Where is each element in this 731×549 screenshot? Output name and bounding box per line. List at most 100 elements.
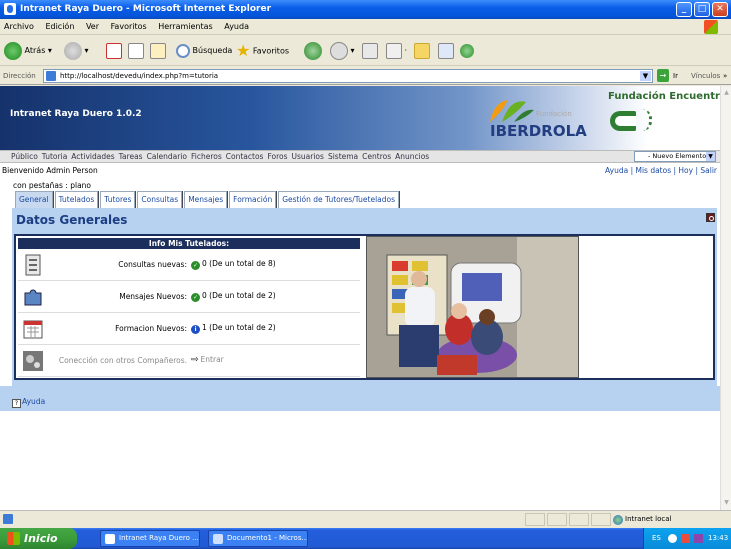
forward-button[interactable]: ▾ [64, 40, 89, 62]
maximize-button[interactable]: □ [694, 2, 710, 17]
enter-link-text: Entrar [200, 355, 224, 364]
print-button[interactable] [362, 40, 378, 62]
tab-general[interactable]: General [15, 191, 53, 208]
puzzle-icon [24, 289, 42, 306]
nav-tutoria[interactable]: Tutoria [42, 152, 68, 161]
nav-foros[interactable]: Foros [267, 152, 287, 161]
taskbar-item-ie[interactable]: Intranet Raya Duero ... [100, 530, 200, 547]
encuentro-dots-icon [642, 109, 652, 131]
nav-anuncios[interactable]: Anuncios [395, 152, 429, 161]
tray-app-icon[interactable] [694, 534, 703, 543]
address-url: http://localhost/devedu/index.php?m=tuto… [60, 72, 219, 80]
language-indicator[interactable]: ES [652, 528, 661, 549]
leaves-icon [490, 100, 534, 122]
edit-button[interactable]: · [386, 40, 407, 62]
general-panel: Datos Generales Info Mis Tutelados: Cons… [12, 208, 717, 411]
tab-mensajes[interactable]: Mensajes [184, 191, 228, 208]
menu-ayuda[interactable]: Ayuda [224, 22, 249, 31]
help-link-bottom[interactable]: ? Ayuda [12, 397, 45, 408]
taskbar: Inicio Intranet Raya Duero ... Documento… [0, 528, 731, 549]
row-value: ✓ 0 (De un total de 2) [191, 291, 276, 302]
ie-icon [4, 3, 16, 15]
help-link[interactable]: Ayuda [605, 166, 628, 175]
chevron-down-icon[interactable]: ▼ [706, 152, 715, 161]
tab-formacion[interactable]: Formación [229, 191, 277, 208]
volume-icon[interactable] [668, 534, 677, 543]
minimize-button[interactable]: _ [676, 2, 692, 17]
system-tray: ES 13:43 [643, 528, 731, 549]
history-button[interactable] [304, 40, 322, 62]
folder-button[interactable] [414, 40, 430, 62]
new-element-value: - Nuevo Elemento - [648, 152, 711, 160]
back-button[interactable]: Atrás ▾ [4, 40, 52, 62]
vertical-scrollbar[interactable]: ▲ ▼ [720, 86, 731, 510]
status-cell [525, 513, 545, 526]
close-icon[interactable] [706, 213, 715, 222]
info-table: Info Mis Tutelados: Consultas nuevas: ✓ 0… [18, 238, 360, 378]
search-icon [176, 43, 190, 58]
task-label: Intranet Raya Duero ... [119, 534, 199, 542]
links-label[interactable]: Vínculos [691, 67, 720, 85]
new-element-select[interactable]: - Nuevo Elemento - ▼ [634, 151, 716, 162]
nav-usuarios[interactable]: Usuarios [292, 152, 324, 161]
nav-contactos[interactable]: Contactos [226, 152, 264, 161]
status-cell [547, 513, 567, 526]
menu-favoritos[interactable]: Favoritos [111, 22, 147, 31]
classroom-image [367, 237, 578, 377]
today-link[interactable]: Hoy [678, 166, 693, 175]
search-button[interactable]: Búsqueda [176, 40, 232, 62]
mail-button[interactable]: ▾ [330, 40, 355, 62]
browser-window: Intranet Raya Duero - Microsoft Internet… [0, 0, 731, 549]
row-label: Conección con otros Compañeros. [58, 356, 187, 365]
stop-button[interactable] [106, 40, 122, 62]
row-label: Consultas nuevas: [118, 260, 187, 269]
go-arrow-icon[interactable]: → [657, 69, 669, 82]
menu-archivo[interactable]: Archivo [4, 22, 34, 31]
nav-tareas[interactable]: Tareas [119, 152, 143, 161]
toolbar: Atrás ▾ ▾ Búsqueda ★ Favoritos ▾ · [0, 36, 731, 66]
scroll-up-icon[interactable]: ▲ [722, 88, 731, 98]
address-label: Dirección [3, 72, 36, 80]
nav-publico[interactable]: Público [11, 152, 38, 161]
encuentro-mark-icon [610, 111, 636, 131]
menu-edicion[interactable]: Edición [45, 22, 74, 31]
title-bar: Intranet Raya Duero - Microsoft Internet… [0, 0, 731, 19]
network-tray-icon[interactable] [681, 534, 690, 543]
home-button[interactable] [150, 40, 166, 62]
help-text: Ayuda [22, 397, 46, 406]
logout-link[interactable]: Salir [700, 166, 717, 175]
tab-tutores[interactable]: Tutores [100, 191, 136, 208]
enter-link[interactable]: ⇨ Entrar [191, 355, 224, 365]
taskbar-item-word[interactable]: Documento1 - Micros... [208, 530, 308, 547]
iberdrola-name: IBERDROLA [490, 122, 587, 140]
my-data-link[interactable]: Mis datos [635, 166, 671, 175]
row-value-text: 0 (De un total de 2) [202, 291, 276, 300]
star-icon: ★ [236, 41, 251, 60]
row-label: Mensajes Nuevos: [119, 292, 187, 301]
nav-centros[interactable]: Centros [362, 152, 391, 161]
tab-tutelados[interactable]: Tutelados [54, 191, 99, 208]
info-table-header: Info Mis Tutelados: [18, 238, 360, 249]
favorites-button[interactable]: ★ Favoritos [236, 40, 289, 62]
close-button[interactable]: ✕ [712, 2, 728, 17]
scroll-down-icon[interactable]: ▼ [722, 498, 731, 508]
nav-sistema[interactable]: Sistema [328, 152, 358, 161]
go-button[interactable]: Ir [673, 67, 678, 85]
arrow-right-icon: ⇨ [191, 355, 199, 365]
research-button[interactable] [438, 40, 454, 62]
back-arrow-icon [4, 41, 22, 60]
menu-herramientas[interactable]: Herramientas [158, 22, 213, 31]
nav-actividades[interactable]: Actividades [71, 152, 114, 161]
nav-ficheros[interactable]: Ficheros [191, 152, 222, 161]
tab-consultas[interactable]: Consultas [137, 191, 183, 208]
window-title: Intranet Raya Duero - Microsoft Internet… [20, 4, 272, 14]
chevron-down-icon[interactable]: ▼ [640, 71, 651, 81]
menu-ver[interactable]: Ver [86, 22, 99, 31]
messenger-button[interactable] [460, 40, 474, 62]
chevron-right-icon[interactable]: » [723, 67, 727, 85]
nav-calendario[interactable]: Calendario [147, 152, 187, 161]
address-input[interactable]: http://localhost/devedu/index.php?m=tuto… [43, 69, 653, 83]
tab-gestion-tutores[interactable]: Gestión de Tutores/Tuetelados [278, 191, 400, 208]
start-button[interactable]: Inicio [0, 528, 77, 549]
refresh-button[interactable] [128, 40, 144, 62]
